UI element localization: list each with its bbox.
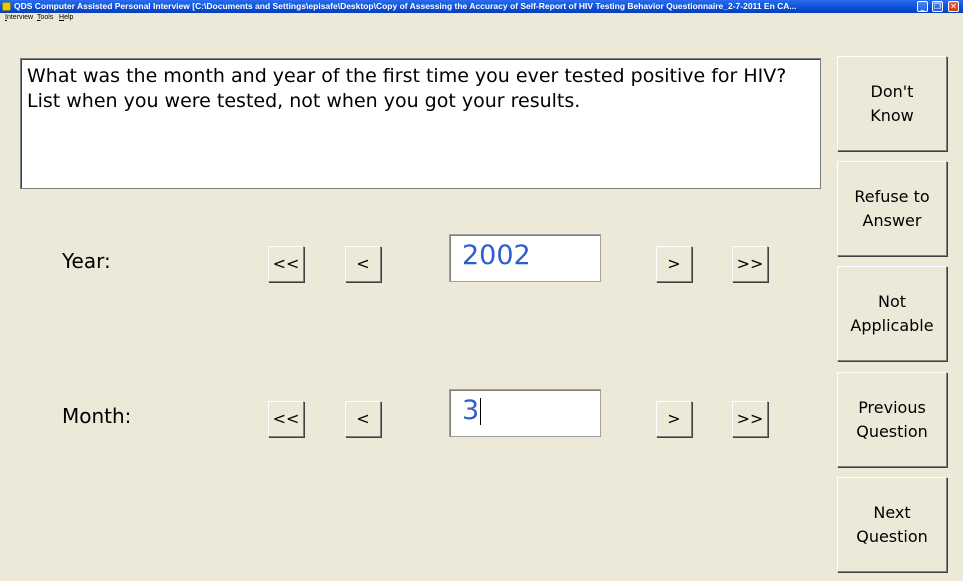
- year-prev-button[interactable]: <: [345, 246, 381, 282]
- month-value[interactable]: 3: [449, 389, 601, 437]
- minimize-button[interactable]: _: [917, 1, 928, 12]
- year-label: Year:: [62, 249, 111, 273]
- refuse-label: Refuse to Answer: [854, 186, 930, 230]
- menu-bar: Interview Tools Help: [0, 13, 963, 22]
- app-icon: [2, 2, 11, 11]
- year-next-button[interactable]: >: [656, 246, 692, 282]
- close-button[interactable]: ✕: [948, 1, 959, 12]
- menu-interview[interactable]: Interview: [5, 13, 33, 22]
- month-value-text: 3: [462, 395, 480, 426]
- month-first-button[interactable]: <<: [268, 401, 304, 437]
- window-title: QDS Computer Assisted Personal Interview…: [14, 1, 797, 11]
- refuse-button[interactable]: Refuse to Answer: [837, 161, 947, 256]
- maximize-button[interactable]: ❐: [932, 1, 943, 12]
- menu-tools[interactable]: Tools: [37, 13, 53, 22]
- next-question-button[interactable]: Next Question: [837, 477, 947, 572]
- not-applicable-label: Not Applicable: [850, 291, 934, 335]
- title-bar: QDS Computer Assisted Personal Interview…: [0, 0, 963, 13]
- year-last-button[interactable]: >>: [732, 246, 768, 282]
- text-caret: [480, 398, 482, 425]
- year-first-button[interactable]: <<: [268, 246, 304, 282]
- next-question-label: Next Question: [856, 502, 928, 546]
- dont-know-button[interactable]: Don't Know: [837, 56, 947, 151]
- previous-question-label: Previous Question: [856, 397, 928, 441]
- not-applicable-button[interactable]: Not Applicable: [837, 266, 947, 361]
- month-last-button[interactable]: >>: [732, 401, 768, 437]
- question-text: What was the month and year of the first…: [20, 58, 821, 189]
- month-prev-button[interactable]: <: [345, 401, 381, 437]
- year-value[interactable]: 2002: [449, 234, 601, 282]
- year-value-text: 2002: [462, 240, 531, 271]
- month-next-button[interactable]: >: [656, 401, 692, 437]
- previous-question-button[interactable]: Previous Question: [837, 372, 947, 467]
- dont-know-label: Don't Know: [870, 81, 914, 125]
- month-label: Month:: [62, 404, 132, 428]
- menu-help[interactable]: Help: [59, 13, 73, 22]
